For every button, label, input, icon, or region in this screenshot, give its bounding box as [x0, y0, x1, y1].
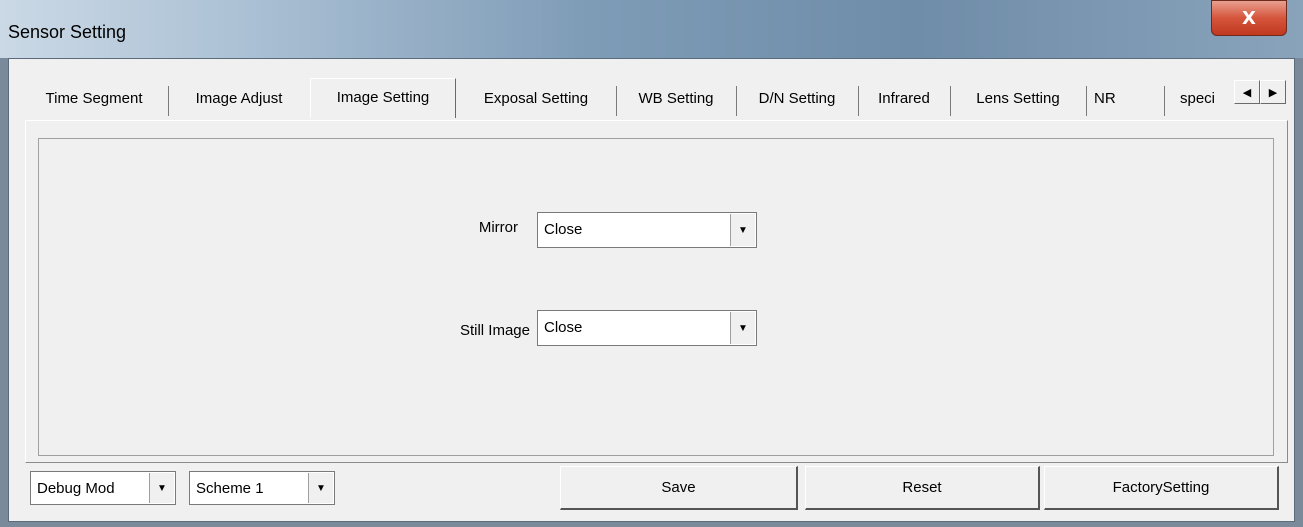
close-button[interactable]: X	[1211, 0, 1287, 36]
scheme-select[interactable]: Scheme 1 ▼	[189, 471, 335, 505]
tab-divider	[1164, 86, 1165, 116]
tab-scroll-right-button[interactable]: ▶	[1260, 80, 1286, 104]
mode-select[interactable]: Debug Mod ▼	[30, 471, 176, 505]
tab-divider	[736, 86, 737, 116]
still-image-label: Still Image	[459, 322, 530, 339]
tab-divider	[616, 86, 617, 116]
save-button[interactable]: Save	[560, 466, 798, 510]
tab-exposal-setting[interactable]: Exposal Setting	[458, 81, 614, 117]
settings-groupbox	[38, 138, 1274, 456]
tab-divider	[858, 86, 859, 116]
tab-time-segment[interactable]: Time Segment	[20, 81, 168, 117]
tab-strip: Time Segment Image Adjust Image Setting …	[20, 78, 1288, 118]
tab-wb-setting[interactable]: WB Setting	[618, 81, 734, 117]
mirror-select-value: Close	[544, 221, 583, 238]
still-image-select-value: Close	[544, 319, 583, 336]
tab-scroll-controls: ◀ ▶	[1234, 80, 1288, 104]
still-image-select[interactable]: Close ▼	[537, 310, 757, 346]
title-bar[interactable]: Sensor Setting X	[0, 0, 1303, 58]
tab-divider	[950, 86, 951, 116]
factory-setting-button[interactable]: FactorySetting	[1044, 466, 1279, 510]
tab-image-setting[interactable]: Image Setting	[310, 78, 456, 118]
arrow-right-icon: ▶	[1268, 86, 1278, 99]
window-title: Sensor Setting	[8, 22, 127, 42]
chevron-down-icon[interactable]: ▼	[730, 214, 755, 246]
tab-dn-setting[interactable]: D/N Setting	[738, 81, 856, 117]
mode-select-value: Debug Mod	[37, 480, 115, 497]
reset-button[interactable]: Reset	[805, 466, 1040, 510]
tab-infrared[interactable]: Infrared	[860, 81, 948, 117]
chevron-down-icon[interactable]: ▼	[730, 312, 755, 344]
tab-divider	[1086, 86, 1087, 116]
tab-scroll-left-button[interactable]: ◀	[1234, 80, 1260, 104]
chevron-down-icon[interactable]: ▼	[149, 473, 174, 503]
mirror-select[interactable]: Close ▼	[537, 212, 757, 248]
sensor-setting-window: Sensor Setting X Time Segment Image Adju…	[0, 0, 1303, 527]
arrow-left-icon: ◀	[1242, 86, 1252, 99]
scheme-select-value: Scheme 1	[196, 480, 264, 497]
chevron-down-icon[interactable]: ▼	[308, 473, 333, 503]
tab-divider	[168, 86, 169, 116]
tab-lens-setting[interactable]: Lens Setting	[952, 81, 1084, 117]
close-icon: X	[1242, 7, 1256, 29]
tab-image-adjust[interactable]: Image Adjust	[170, 81, 308, 117]
mirror-label: Mirror	[478, 219, 518, 236]
tab-nr[interactable]: NR	[1088, 81, 1140, 117]
